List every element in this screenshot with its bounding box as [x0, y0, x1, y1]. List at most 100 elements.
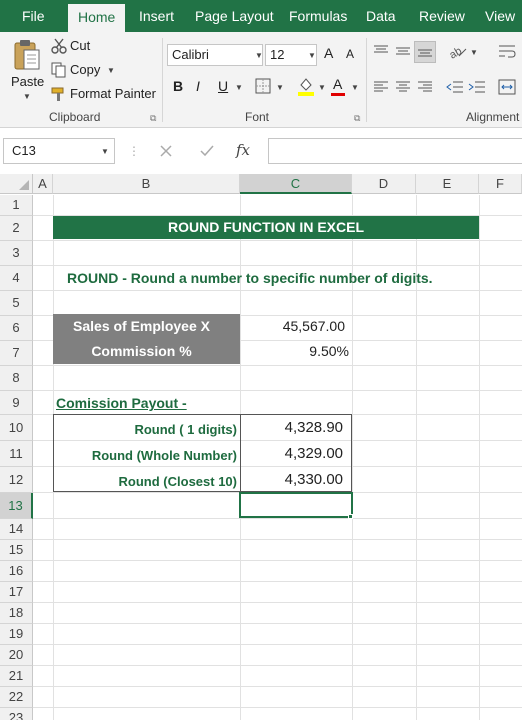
- row-header-19[interactable]: 19: [0, 624, 33, 645]
- copy-button[interactable]: Copy: [70, 62, 100, 77]
- payout-label-2[interactable]: Round (Whole Number): [53, 443, 237, 468]
- fill-handle[interactable]: [348, 514, 353, 519]
- sheet-title[interactable]: ROUND FUNCTION IN EXCEL: [53, 216, 479, 239]
- column-header-e[interactable]: E: [416, 174, 479, 194]
- row-header-17[interactable]: 17: [0, 582, 33, 603]
- font-name-dropdown-icon[interactable]: ▼: [255, 51, 263, 60]
- increase-font-size-icon[interactable]: A: [324, 45, 333, 61]
- cut-button[interactable]: Cut: [70, 38, 90, 53]
- orientation-icon[interactable]: ab: [448, 42, 468, 60]
- gridline-horizontal: [33, 265, 522, 266]
- formula-input[interactable]: [268, 138, 522, 164]
- row-header-20[interactable]: 20: [0, 645, 33, 666]
- underline-dropdown-icon[interactable]: ▼: [235, 83, 243, 92]
- row-header-13[interactable]: 13: [0, 493, 33, 519]
- column-header-a[interactable]: A: [33, 174, 53, 194]
- sales-value[interactable]: 45,567.00: [240, 314, 345, 339]
- column-header-c[interactable]: C: [240, 174, 352, 194]
- orientation-dropdown-icon[interactable]: ▼: [470, 48, 478, 57]
- row-header-4[interactable]: 4: [0, 266, 33, 291]
- top-align-icon[interactable]: [373, 44, 389, 58]
- row-header-15[interactable]: 15: [0, 540, 33, 561]
- bold-button[interactable]: B: [173, 78, 183, 94]
- payout-heading[interactable]: Comission Payout -: [56, 392, 187, 414]
- row-header-14[interactable]: 14: [0, 519, 33, 540]
- format-painter-button[interactable]: Format Painter: [70, 86, 156, 101]
- paste-dropdown-icon[interactable]: ▼: [23, 92, 31, 101]
- tab-home[interactable]: Home: [68, 4, 126, 32]
- borders-icon[interactable]: [255, 78, 271, 94]
- active-cell-c13[interactable]: [239, 492, 353, 518]
- row-header-11[interactable]: 11: [0, 441, 33, 467]
- align-left-icon[interactable]: [373, 80, 389, 94]
- decrease-font-size-icon[interactable]: A: [346, 47, 354, 61]
- commission-value[interactable]: 9.50%: [240, 339, 349, 364]
- column-header-f[interactable]: F: [479, 174, 522, 194]
- tab-insert[interactable]: Insert: [139, 0, 174, 32]
- paste-button[interactable]: Paste: [11, 74, 44, 89]
- row-header-8[interactable]: 8: [0, 366, 33, 391]
- cut-icon[interactable]: [51, 38, 67, 54]
- middle-align-icon[interactable]: [395, 44, 411, 58]
- row-header-12[interactable]: 12: [0, 467, 33, 493]
- font-name-select[interactable]: Calibri: [167, 44, 263, 66]
- row-header-3[interactable]: 3: [0, 241, 33, 266]
- row-header-5[interactable]: 5: [0, 291, 33, 316]
- font-launcher-icon[interactable]: ⧉: [354, 113, 360, 124]
- sales-label[interactable]: Sales of Employee X: [53, 314, 240, 339]
- payout-label-1[interactable]: Round ( 1 digits): [53, 417, 237, 442]
- tab-page-layout[interactable]: Page Layout: [195, 0, 274, 32]
- worksheet-grid[interactable]: A B C D E F 1 2 3 4 5 6 7 8 9 10 11 12 13 14 15 16 17 18 1…: [0, 174, 522, 720]
- borders-dropdown-icon[interactable]: ▼: [276, 83, 284, 92]
- increase-indent-icon[interactable]: [468, 80, 486, 94]
- payout-label-3[interactable]: Round (Closest 10): [53, 469, 237, 494]
- format-painter-icon[interactable]: [51, 86, 67, 102]
- cancel-icon[interactable]: [158, 143, 174, 159]
- underline-button[interactable]: U: [218, 78, 228, 94]
- tab-data[interactable]: Data: [366, 0, 396, 32]
- row-header-1[interactable]: 1: [0, 195, 33, 216]
- column-header-d[interactable]: D: [352, 174, 416, 194]
- font-size-dropdown-icon[interactable]: ▼: [308, 51, 316, 60]
- align-right-icon[interactable]: [417, 80, 433, 94]
- fill-color-icon[interactable]: [297, 76, 315, 96]
- tab-view[interactable]: View: [485, 0, 515, 32]
- commission-label[interactable]: Commission %: [53, 339, 240, 364]
- paste-icon[interactable]: [12, 38, 42, 72]
- merge-center-icon[interactable]: [498, 78, 516, 96]
- select-all-corner[interactable]: [0, 174, 33, 194]
- name-box-dropdown-icon[interactable]: ▼: [101, 147, 109, 156]
- row-header-22[interactable]: 22: [0, 687, 33, 708]
- fill-color-dropdown-icon[interactable]: ▼: [318, 83, 326, 92]
- row-header-21[interactable]: 21: [0, 666, 33, 687]
- decrease-indent-icon[interactable]: [446, 80, 464, 94]
- italic-button[interactable]: I: [196, 78, 200, 94]
- insert-function-icon[interactable]: fx: [236, 141, 250, 159]
- row-header-23[interactable]: 23: [0, 708, 33, 720]
- tab-review[interactable]: Review: [419, 0, 465, 32]
- copy-dropdown-icon[interactable]: ▼: [107, 66, 115, 75]
- row-header-7[interactable]: 7: [0, 341, 33, 366]
- font-color-dropdown-icon[interactable]: ▼: [351, 83, 359, 92]
- payout-value-3[interactable]: 4,330.00: [240, 467, 343, 492]
- row-header-16[interactable]: 16: [0, 561, 33, 582]
- row-header-6[interactable]: 6: [0, 316, 33, 341]
- enter-icon[interactable]: [199, 143, 215, 159]
- payout-value-1[interactable]: 4,328.90: [240, 415, 343, 440]
- bottom-align-icon[interactable]: [417, 44, 433, 58]
- copy-icon[interactable]: [51, 62, 67, 78]
- row-header-18[interactable]: 18: [0, 603, 33, 624]
- column-header-b[interactable]: B: [53, 174, 240, 194]
- align-center-icon[interactable]: [395, 80, 411, 94]
- wrap-text-icon[interactable]: [498, 42, 516, 60]
- row-header-9[interactable]: 9: [0, 391, 33, 415]
- tab-formulas[interactable]: Formulas: [289, 0, 347, 32]
- clipboard-launcher-icon[interactable]: ⧉: [150, 113, 156, 124]
- sheet-subtitle[interactable]: ROUND - Round a number to specific numbe…: [67, 268, 433, 288]
- font-color-icon[interactable]: A: [333, 76, 342, 92]
- name-box[interactable]: C13: [3, 138, 115, 164]
- tab-file[interactable]: File: [22, 0, 45, 32]
- row-header-2[interactable]: 2: [0, 216, 33, 241]
- row-header-10[interactable]: 10: [0, 415, 33, 441]
- payout-value-2[interactable]: 4,329.00: [240, 441, 343, 466]
